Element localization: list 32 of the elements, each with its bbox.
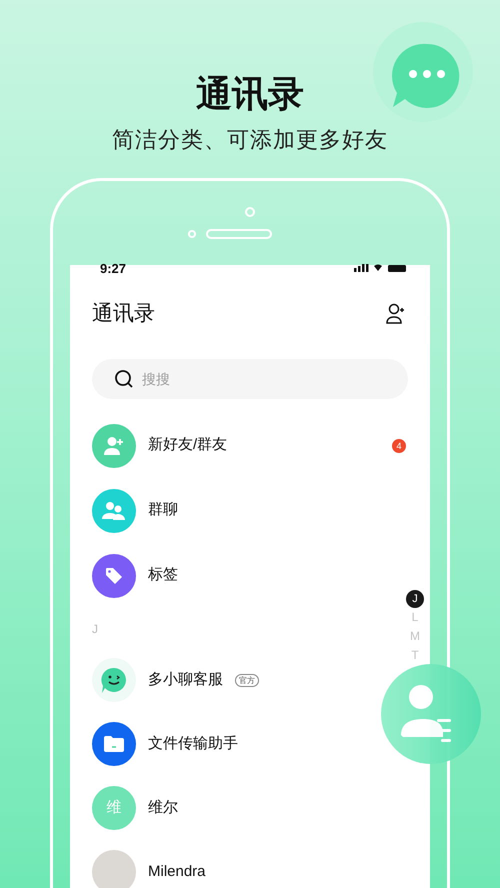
folder-avatar <box>92 722 136 766</box>
camera-icon <box>245 207 255 217</box>
status-icons <box>354 264 408 272</box>
page-title: 通讯录 <box>92 301 155 327</box>
section-letter: J <box>92 621 99 638</box>
contact-name: Milendra <box>148 862 206 882</box>
contact-name: 文件传输助手 <box>148 734 238 754</box>
official-tag: 官方 <box>235 674 259 686</box>
photo-placeholder <box>92 850 136 888</box>
search-icon <box>114 369 134 389</box>
speaker-icon <box>206 229 272 239</box>
search-field[interactable]: 搜搜 <box>92 359 408 399</box>
unread-badge: 4 <box>392 438 406 452</box>
index-letter[interactable]: M <box>410 627 420 646</box>
status-time: 9:27 <box>100 262 126 274</box>
search-input[interactable]: 搜搜 <box>142 368 342 390</box>
initial-avatar: 维 <box>92 786 136 830</box>
contact-name: 标签 <box>148 565 179 586</box>
headline-subtitle: 简洁分类、可添加更多好友 <box>112 126 388 154</box>
headline-title: 通讯录 <box>196 72 304 116</box>
contact-name: 群聊 <box>148 500 179 520</box>
add-friend-avatar <box>92 424 136 468</box>
contact-name: 多小聊客服 <box>148 670 223 690</box>
sensor-icon <box>188 230 196 238</box>
group-avatar <box>92 488 136 532</box>
tag-avatar <box>92 554 136 598</box>
smiley-bubble-avatar <box>92 658 136 702</box>
contact-name: 新好友/群友 <box>148 435 228 456</box>
contact-name: 维尔 <box>148 798 178 818</box>
index-letter[interactable]: J <box>406 590 424 608</box>
index-letter[interactable]: L <box>412 608 418 627</box>
index-letter[interactable]: T <box>411 646 419 665</box>
